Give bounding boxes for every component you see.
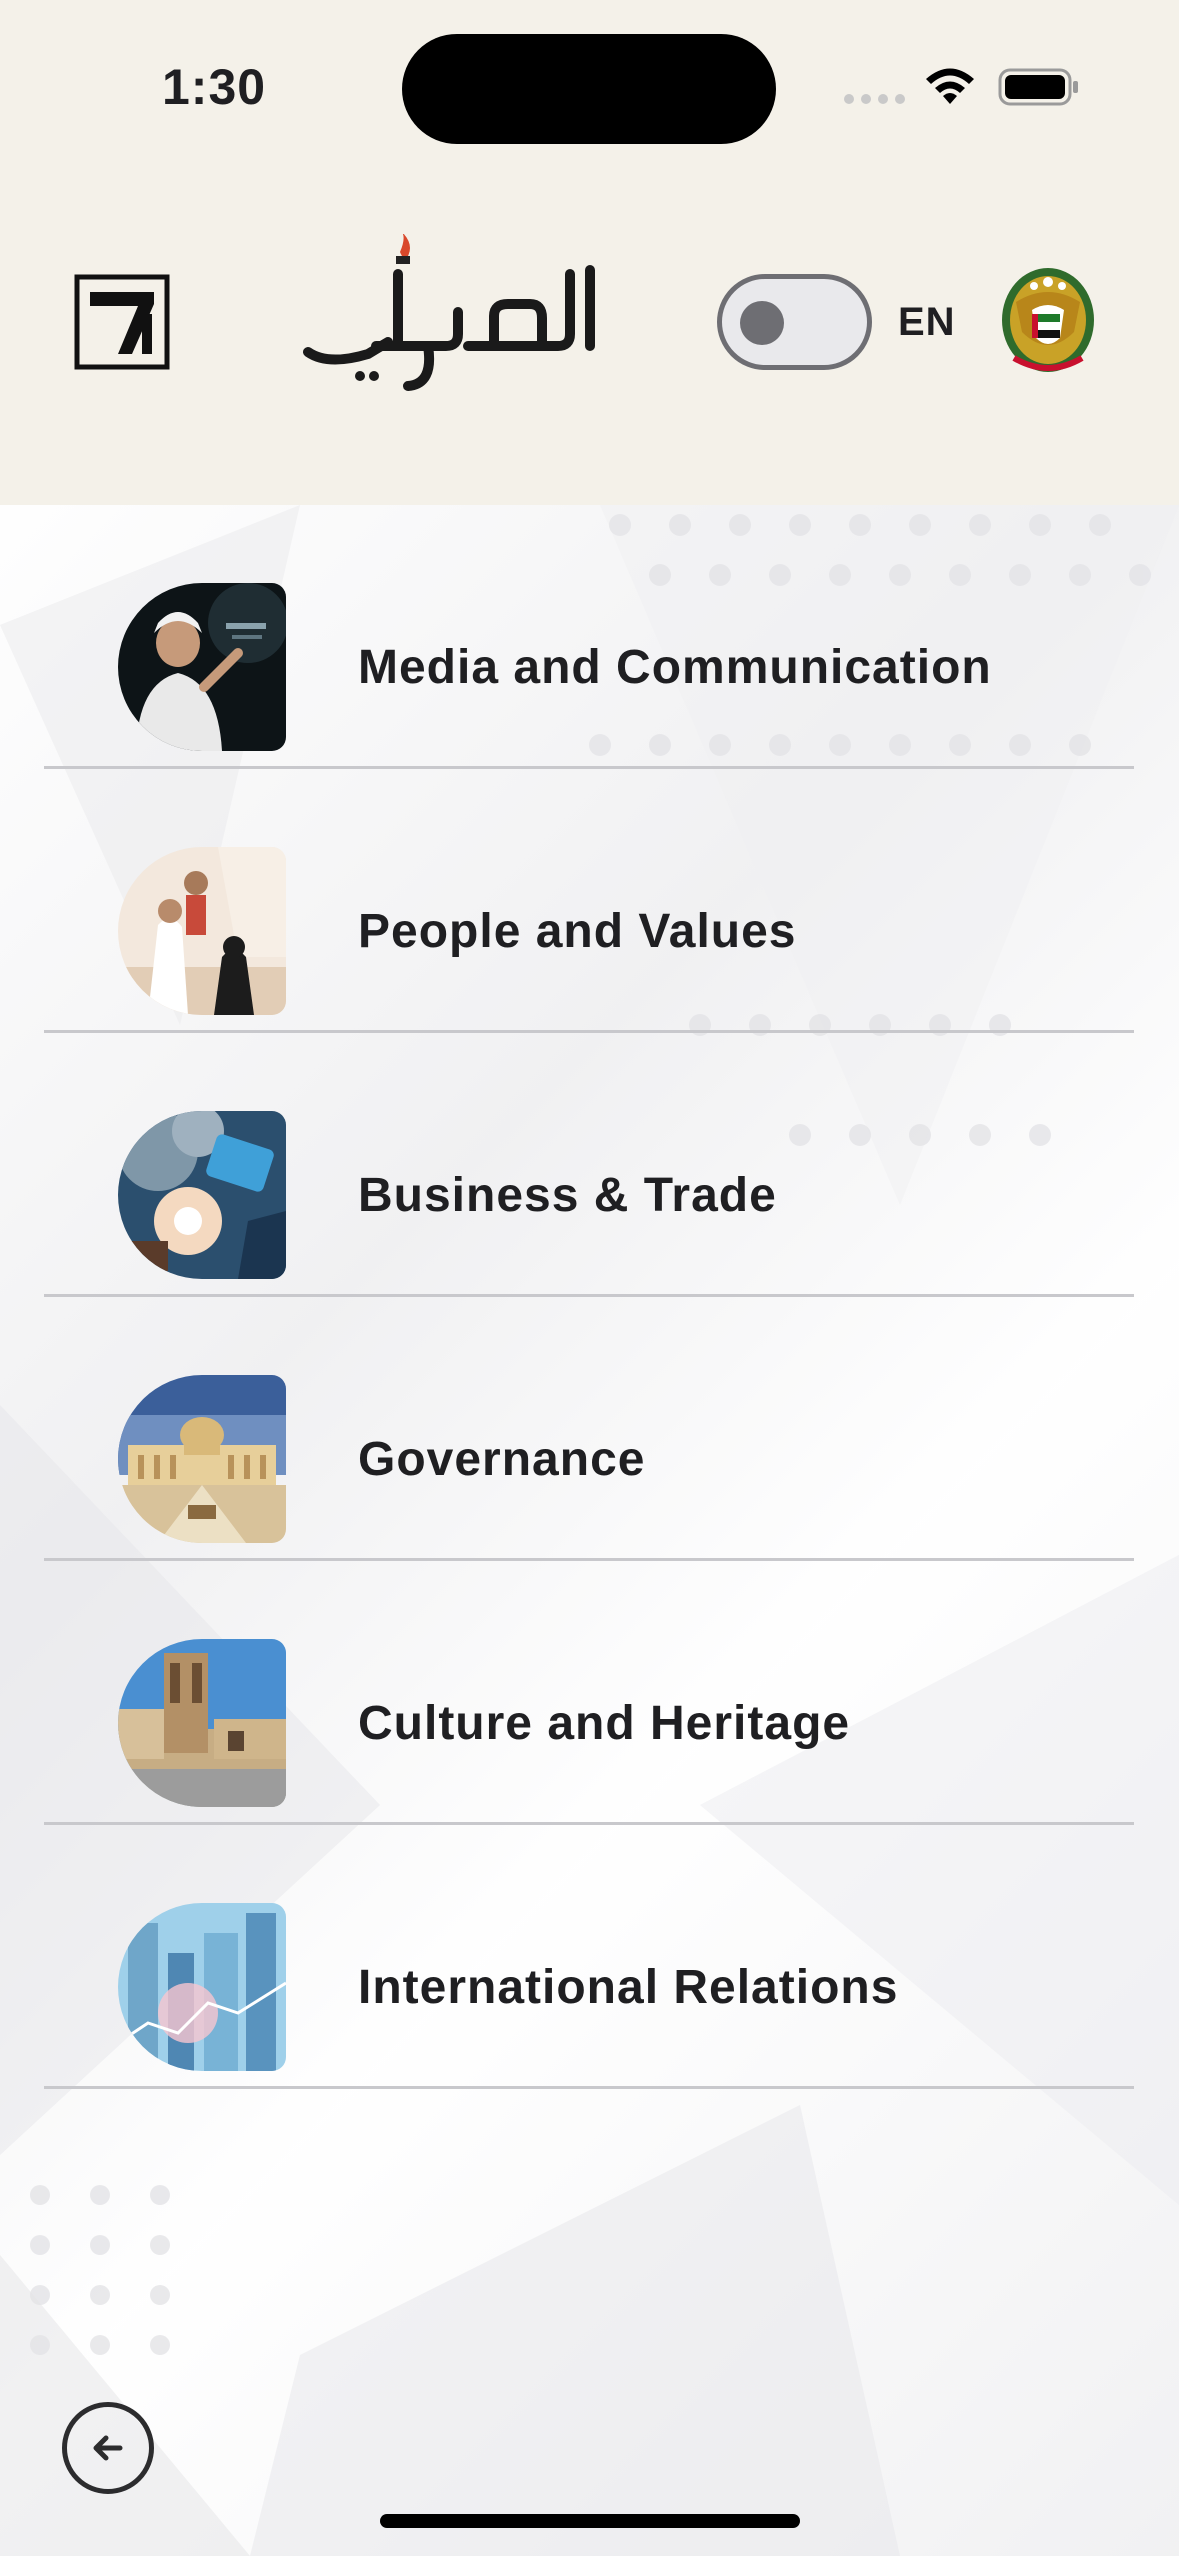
menu-item-governance[interactable]: Governance — [44, 1297, 1134, 1561]
menu-item-label: Media and Communication — [358, 641, 992, 694]
toggle-knob — [740, 301, 784, 345]
header: 1:30 EN — [0, 0, 1179, 505]
language-label: EN — [898, 300, 956, 344]
menu-list: Media and Communication People and Value… — [44, 505, 1134, 2089]
wifi-icon — [926, 68, 974, 104]
menu-item-people-values[interactable]: People and Values — [44, 769, 1134, 1033]
menu-item-label: People and Values — [358, 905, 797, 958]
app-logo-icon — [303, 234, 595, 391]
language-toggle[interactable] — [717, 274, 872, 370]
menu-item-business-trade[interactable]: Business & Trade — [44, 1033, 1134, 1297]
home-indicator[interactable] — [380, 2514, 800, 2528]
menu-item-media-communication[interactable]: Media and Communication — [44, 505, 1134, 769]
content-area: Media and Communication People and Value… — [0, 505, 1179, 2556]
emblem-icon[interactable] — [996, 262, 1100, 382]
menu-item-label: Governance — [358, 1433, 646, 1486]
menu-item-label: Business & Trade — [358, 1169, 777, 1222]
cellular-signal-icon — [844, 94, 906, 104]
media-image — [118, 583, 286, 751]
menu-item-label: International Relations — [358, 1961, 899, 2014]
people-image — [118, 847, 286, 1015]
seventy-one-logo-icon[interactable] — [74, 274, 170, 370]
battery-icon — [998, 68, 1078, 106]
status-time: 1:30 — [162, 59, 267, 115]
back-button[interactable] — [62, 2402, 154, 2494]
governance-image — [118, 1375, 286, 1543]
arrow-left-icon — [93, 2435, 123, 2461]
menu-item-label: Culture and Heritage — [358, 1697, 851, 1750]
culture-image — [118, 1639, 286, 1807]
menu-item-international-relations[interactable]: International Relations — [44, 1825, 1134, 2089]
dynamic-island — [402, 34, 776, 144]
business-image — [118, 1111, 286, 1279]
menu-item-culture-heritage[interactable]: Culture and Heritage — [44, 1561, 1134, 1825]
international-image — [118, 1903, 286, 2071]
